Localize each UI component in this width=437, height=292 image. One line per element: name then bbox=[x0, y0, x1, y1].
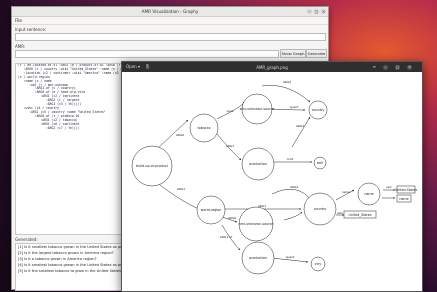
graph-edge-label: ARG0 bbox=[228, 216, 236, 220]
generated-label: Generated: bbox=[15, 237, 38, 242]
show-graph-button[interactable]: Show Graph bbox=[280, 49, 306, 58]
graph-viewer-window: Open ▾ ⎘ AMR_graph.png ≡ – □ × build-up-… bbox=[121, 61, 423, 292]
app-title: AMR Visualization - Graphy bbox=[141, 9, 199, 14]
input-sentence-field[interactable] bbox=[15, 33, 326, 41]
viewer-title: AMR_graph.png bbox=[256, 65, 288, 70]
graph-node-label: production bbox=[249, 256, 267, 260]
input-sentence-label: Input sentence: bbox=[15, 27, 47, 32]
minimize-icon[interactable]: – bbox=[307, 9, 312, 14]
graph-edge-label: wiki bbox=[337, 211, 343, 215]
graph-edge bbox=[261, 85, 311, 103]
maximize-icon[interactable]: □ bbox=[314, 9, 319, 14]
graph-node-label: bell bbox=[317, 161, 323, 165]
graph-node-label: ctry bbox=[315, 262, 321, 266]
menu-file[interactable]: File bbox=[15, 18, 22, 23]
graph-node-label: amr-unknown-source bbox=[240, 107, 275, 111]
graph-edge bbox=[271, 188, 312, 201]
amr-graph-image: build-up-or-product tobacco amr-unknown-… bbox=[131, 80, 418, 275]
graph-edge-label: ARG1-of bbox=[220, 235, 233, 239]
graph-node-label: build-up-or-product bbox=[136, 164, 168, 168]
graph-edge bbox=[271, 108, 306, 111]
graph-edge-label: name bbox=[342, 190, 351, 194]
graph-edge bbox=[291, 116, 311, 148]
graph-edge-label: ARG1 bbox=[226, 144, 234, 148]
menubar: File bbox=[12, 17, 328, 25]
graph-edge-label: quant bbox=[290, 105, 300, 109]
close-icon[interactable]: × bbox=[321, 9, 326, 14]
graph-edge-label: ARG1 bbox=[177, 187, 185, 191]
graph-node-label: tobacco bbox=[197, 126, 210, 130]
amr-label: AMR: bbox=[15, 44, 26, 49]
viewer-maximize-icon[interactable]: □ bbox=[395, 64, 400, 70]
graph-edge bbox=[283, 211, 303, 221]
graph-node-label: United-States bbox=[395, 188, 418, 192]
graph-node-label: name bbox=[364, 192, 373, 196]
graph-node-label: United_States bbox=[349, 213, 372, 217]
dock bbox=[0, 0, 11, 292]
graph-node-label: country bbox=[314, 207, 327, 211]
graph-node-label: country bbox=[312, 108, 325, 112]
graph-node-label: name bbox=[399, 197, 408, 201]
graph-edge-label: ARG2 bbox=[290, 185, 298, 189]
app-titlebar: AMR Visualization - Graphy – □ × bbox=[12, 7, 328, 17]
viewer-titlebar: Open ▾ ⎘ AMR_graph.png ≡ – □ × bbox=[122, 62, 422, 72]
graph-edge-label: mod bbox=[287, 157, 294, 161]
graph-edge-label: ARG1 bbox=[258, 204, 266, 208]
menu-icon[interactable]: ≡ bbox=[373, 64, 376, 70]
amr-field[interactable] bbox=[15, 50, 279, 58]
graph-node-label: amr-unknown-source bbox=[239, 222, 274, 226]
graph-edge-label: poss bbox=[227, 109, 234, 113]
graph-edge-label: quant bbox=[286, 255, 296, 259]
graph-node-label: world-region bbox=[201, 208, 222, 212]
graph-edge-label: op1 bbox=[386, 185, 392, 189]
graph-edge-label: ARG2 bbox=[283, 80, 291, 84]
graph-node-label: production bbox=[249, 162, 267, 166]
generate-button[interactable]: Generate bbox=[306, 49, 327, 58]
graph-edge-label: ARG0 bbox=[176, 133, 184, 137]
viewer-close-icon[interactable]: × bbox=[407, 64, 412, 70]
graph-edge-label: ARG2 bbox=[296, 124, 304, 128]
viewer-minimize-icon[interactable]: – bbox=[383, 64, 388, 70]
